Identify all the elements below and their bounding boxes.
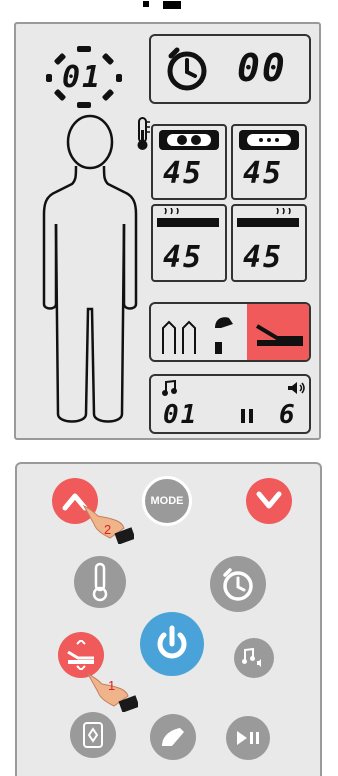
heat-button[interactable]: [74, 556, 126, 608]
seat-heat-icon: [157, 208, 219, 227]
recline-icon: [255, 324, 303, 346]
music-volume-level: 6: [279, 400, 297, 430]
foot-massager-icon: [83, 722, 103, 748]
level-value-bottom-right: 45: [243, 240, 284, 275]
foot-massage-button[interactable]: [70, 712, 116, 758]
roller-off-icon: [239, 130, 299, 150]
chevron-down-icon: [256, 491, 282, 509]
volume-icon: [288, 382, 305, 394]
level-value-top-right: 45: [243, 156, 284, 191]
power-icon: [157, 625, 187, 659]
down-button[interactable]: [246, 478, 292, 524]
leg-rest-icon: [162, 728, 184, 746]
hint-number-1: 1: [108, 678, 116, 693]
mode-button-label: MODE: [150, 495, 184, 507]
music-button[interactable]: [234, 638, 274, 678]
mode-button[interactable]: MODE: [142, 476, 192, 526]
hint-number-2: 2: [104, 522, 112, 537]
timer-box: 00: [149, 34, 311, 104]
thermometer-icon: [137, 117, 150, 150]
music-status-box: 01 6: [149, 374, 311, 434]
play-pause-icon: [237, 731, 259, 745]
pause-icon: [241, 409, 253, 423]
level-value-top-left: 45: [163, 156, 204, 191]
heat-level-grid: 45 45 45 45: [151, 124, 311, 294]
thermometer-icon: [92, 562, 108, 602]
recline-arrows-icon: [67, 640, 94, 670]
timer-button[interactable]: [210, 556, 266, 612]
program-indicator: 01: [40, 42, 128, 112]
foot-rest-icon: [215, 317, 233, 354]
timer-minutes: 00: [237, 46, 287, 90]
recline-active-indicator: [247, 304, 309, 360]
timer-icon: [223, 568, 253, 601]
cropped-title-fragment: [143, 1, 181, 9]
timer-icon: [167, 47, 207, 91]
level-value-bottom-left: 45: [163, 240, 204, 275]
music-note-icon: [162, 380, 177, 396]
lcd-display-panel: 01 00 45 45 45 45 01 6: [14, 22, 321, 440]
power-button[interactable]: [140, 612, 204, 676]
leg-heat-icon: [237, 208, 299, 227]
music-volume-icon: [242, 647, 261, 667]
recline-status-box: [149, 302, 311, 362]
music-track-number: 01: [163, 400, 199, 430]
upright-chair-icon: [162, 320, 196, 354]
program-number: 01: [62, 60, 103, 95]
body-figure-icon: [42, 114, 138, 423]
play-pause-button[interactable]: [226, 716, 270, 760]
roller-heat-icon: [159, 130, 219, 150]
leg-rest-button[interactable]: [150, 714, 196, 760]
